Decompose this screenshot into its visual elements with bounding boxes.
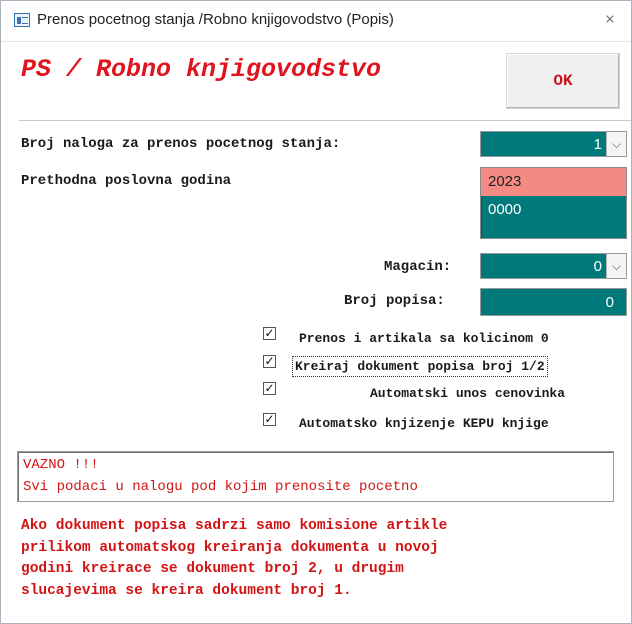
broj-popisa-label: Broj popisa: xyxy=(344,293,445,309)
checkbox-label: Prenos i artikala sa kolicinom 0 xyxy=(299,331,549,346)
note-line: Ako dokument popisa sadrzi samo komision… xyxy=(21,518,448,534)
checkbox-automatski-unos[interactable]: ✓ xyxy=(263,382,276,395)
warning-textbox[interactable]: VAZNO !!! Svi podaci u nalogu pod kojim … xyxy=(17,451,614,502)
form-icon xyxy=(14,13,30,27)
broj-naloga-combo[interactable]: 1 ⌵ xyxy=(480,131,627,157)
header-divider xyxy=(19,120,631,121)
checkbox-label: Kreiraj dokument popisa broj 1/2 xyxy=(292,356,548,377)
broj-popisa-value: 0 xyxy=(605,293,614,311)
checkbox-kreiraj-dokument[interactable]: ✓ xyxy=(263,355,276,368)
magacin-label: Magacin: xyxy=(384,259,452,275)
info-note: Ako dokument popisa sadrzi samo komision… xyxy=(21,516,621,602)
checkbox-prenos-artikala[interactable]: ✓ xyxy=(263,327,276,340)
chevron-down-icon[interactable]: ⌵ xyxy=(606,132,626,156)
broj-popisa-field[interactable]: 0 xyxy=(480,288,627,316)
note-line: slucajevima se kreira dokument broj 1. xyxy=(21,582,352,599)
checkbox-label: Automatsko knjizenje KEPU knjige xyxy=(299,416,549,431)
page-title: PS / Robno knjigovodstvo xyxy=(21,55,382,84)
dialog-window: Prenos pocetnog stanja /Robno knjigovods… xyxy=(0,0,632,624)
broj-naloga-value: 1 xyxy=(593,135,602,153)
close-button[interactable]: ⨯ xyxy=(599,10,621,30)
list-item-godina[interactable]: 0000 xyxy=(481,196,626,224)
chevron-down-icon[interactable]: ⌵ xyxy=(606,254,626,278)
magacin-combo[interactable]: 0 ⌵ xyxy=(480,253,627,279)
note-line: prilikom automatskog kreiranja dokumenta… xyxy=(21,539,439,556)
window-title: Prenos pocetnog stanja /Robno knjigovods… xyxy=(37,11,394,28)
magacin-value: 0 xyxy=(593,257,602,275)
prethodna-godina-label: Prethodna poslovna godina xyxy=(21,173,232,189)
list-item-godina[interactable]: 2023 xyxy=(481,168,626,196)
warning-text: Svi podaci u nalogu pod kojim prenosite … xyxy=(23,479,418,495)
warning-heading: VAZNO !!! xyxy=(23,457,99,473)
ok-button[interactable]: OK xyxy=(506,53,620,109)
checkbox-automatsko-knjizenje[interactable]: ✓ xyxy=(263,413,276,426)
note-line: godini kreirace se dokument broj 2, u dr… xyxy=(21,561,404,577)
title-bar: Prenos pocetnog stanja /Robno knjigovods… xyxy=(1,1,631,42)
godina-listbox[interactable]: 2023 0000 xyxy=(480,167,627,239)
broj-naloga-label: Broj naloga za prenos pocetnog stanja: xyxy=(21,136,341,152)
checkbox-label: Automatski unos cenovinka xyxy=(370,386,566,401)
